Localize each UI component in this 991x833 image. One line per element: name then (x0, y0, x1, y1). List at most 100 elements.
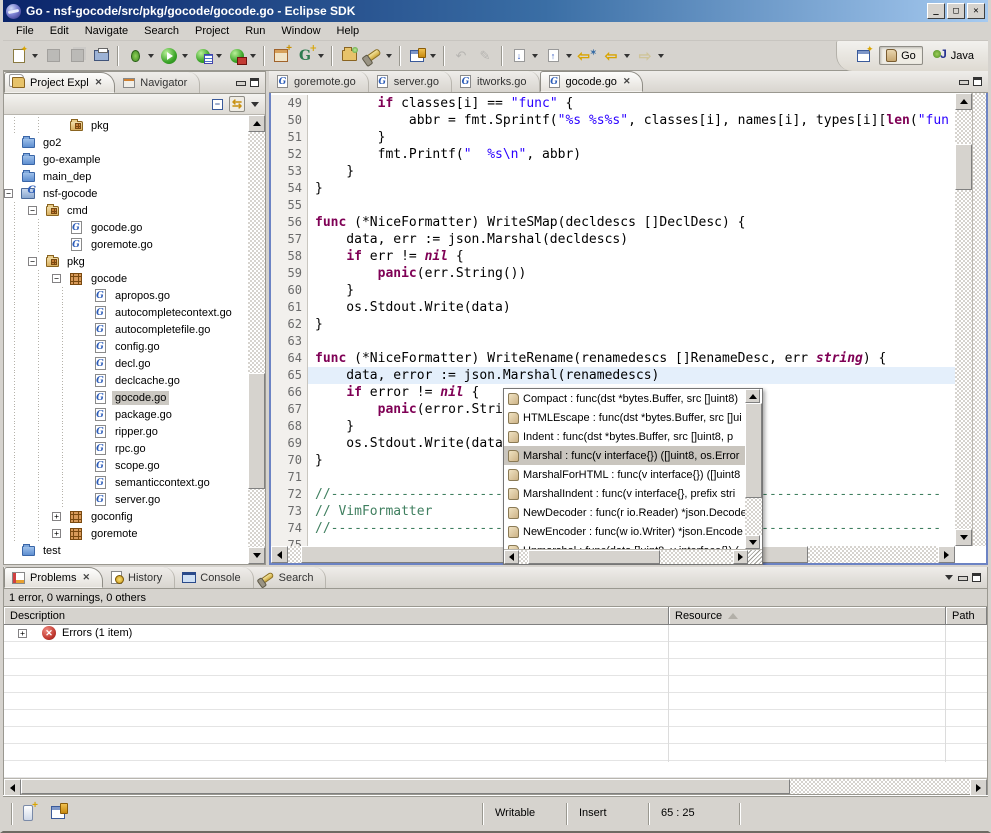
view-menu-icon[interactable] (251, 102, 259, 107)
new-wizard-dropdown[interactable] (32, 54, 38, 58)
popup-hscrollbar[interactable] (504, 549, 762, 564)
previous-annotation-button[interactable]: ↑ (541, 45, 565, 67)
completion-unmarshal[interactable]: Unmarshal : func(data []uint8, v interfa… (504, 541, 745, 549)
column-path[interactable]: Path (946, 607, 987, 625)
scroll-right-icon[interactable] (938, 546, 955, 563)
tree-item-gocode[interactable]: −gocode (4, 270, 248, 287)
tree-item-autocompletecontext-go[interactable]: Gautocompletecontext.go (4, 304, 248, 321)
menu-navigate[interactable]: Navigate (78, 23, 135, 39)
open-resource-button[interactable] (337, 45, 361, 67)
tree-scrollbar[interactable] (248, 115, 265, 564)
code-line-55[interactable]: 55 (271, 197, 955, 214)
tree-item-cmd[interactable]: −cmd (4, 202, 248, 219)
code-editor[interactable]: 49 if classes[i] == "func" {50 abbr = fm… (269, 93, 988, 565)
completion-indent[interactable]: Indent : func(dst *bytes.Buffer, src []u… (504, 427, 745, 446)
plus-expander-icon[interactable]: + (18, 629, 27, 638)
print-button[interactable] (89, 45, 113, 67)
menu-edit[interactable]: Edit (43, 23, 76, 39)
code-line-49[interactable]: 49 if classes[i] == "func" { (271, 95, 955, 112)
maximize-view-icon[interactable] (972, 573, 981, 582)
search-dropdown[interactable] (386, 54, 392, 58)
code-line-59[interactable]: 59 panic(err.String()) (271, 265, 955, 282)
scroll-up-icon[interactable] (745, 389, 760, 403)
menu-run[interactable]: Run (238, 23, 272, 39)
completion-newencoder[interactable]: NewEncoder : func(w io.Writer) *json.Enc… (504, 522, 745, 541)
completion-marshalindent[interactable]: MarshalIndent : func(v interface{}, pref… (504, 484, 745, 503)
perspective-java-button[interactable]: Java (927, 47, 980, 64)
scroll-right-icon[interactable] (970, 779, 987, 796)
new-go-element-button[interactable]: G (293, 45, 317, 67)
tree-item-scope-go[interactable]: Gscope.go (4, 457, 248, 474)
code-line-64[interactable]: 64func (*NiceFormatter) WriteRename(rena… (271, 350, 955, 367)
code-line-62[interactable]: 62} (271, 316, 955, 333)
tree-item-package-go[interactable]: Gpackage.go (4, 406, 248, 423)
view-tab-search[interactable]: Search (254, 567, 327, 588)
code-line-58[interactable]: 58 if err != nil { (271, 248, 955, 265)
new-wizard-button[interactable] (7, 45, 31, 67)
code-line-50[interactable]: 50 abbr = fmt.Sprintf("%s %s%s", classes… (271, 112, 955, 129)
save-all-button[interactable] (65, 45, 89, 67)
tree-item-rpc-go[interactable]: Grpc.go (4, 440, 248, 457)
editor-tab-itworks-go[interactable]: Gitworks.go (452, 71, 540, 92)
menu-help[interactable]: Help (330, 23, 367, 39)
tree-item-go2[interactable]: go2 (4, 134, 248, 151)
overview-ruler[interactable] (972, 93, 986, 546)
resize-grip[interactable] (748, 550, 762, 564)
tree-item-nsf-gocode[interactable]: −nsf-gocode (4, 185, 248, 202)
view-tab-navigator[interactable]: Navigator (115, 72, 200, 93)
maximize-window-button[interactable]: □ (947, 3, 965, 19)
debug-dropdown[interactable] (148, 54, 154, 58)
scroll-right-icon[interactable] (733, 550, 748, 564)
tree-item-goremote-go[interactable]: Ggoremote.go (4, 236, 248, 253)
menu-project[interactable]: Project (188, 23, 236, 39)
code-line-53[interactable]: 53 } (271, 163, 955, 180)
open-console-button[interactable] (405, 45, 429, 67)
back-dropdown[interactable] (624, 54, 630, 58)
tree-item-gocode-go[interactable]: Ggocode.go (4, 389, 248, 406)
completion-compact[interactable]: Compact : func(dst *bytes.Buffer, src []… (504, 389, 745, 408)
link-with-editor-icon[interactable]: ⇆ (229, 96, 245, 112)
tree-item-pkg[interactable]: pkg (4, 117, 248, 134)
external-tools-dropdown[interactable] (250, 54, 256, 58)
maximize-view-icon[interactable] (250, 78, 259, 87)
close-window-button[interactable]: ✕ (967, 3, 985, 19)
close-icon[interactable]: ✕ (623, 76, 631, 87)
completion-marshal[interactable]: Marshal : func(v interface{}) ([]uint8, … (504, 446, 745, 465)
scroll-left-icon[interactable] (4, 779, 21, 796)
code-line-61[interactable]: 61 os.Stdout.Write(data) (271, 299, 955, 316)
menu-window[interactable]: Window (274, 23, 327, 39)
view-tab-problems[interactable]: Problems✕ (4, 567, 103, 588)
tree-item-pkg[interactable]: −pkg (4, 253, 248, 270)
minus-expander-icon[interactable]: − (52, 274, 61, 283)
collapse-all-icon[interactable]: − (212, 99, 223, 110)
fast-view-icon[interactable] (23, 805, 33, 821)
scroll-down-icon[interactable] (248, 547, 265, 564)
undo-button[interactable]: ↶ (449, 45, 473, 67)
tree-item-goconfig[interactable]: +goconfig (4, 508, 248, 525)
minimize-editor-icon[interactable] (959, 77, 968, 86)
column-description[interactable]: Description (4, 607, 669, 625)
editor-vscrollbar[interactable] (955, 93, 972, 546)
scroll-up-icon[interactable] (248, 115, 265, 132)
run-history-dropdown[interactable] (216, 54, 222, 58)
last-edit-location-button[interactable]: ⇦ (575, 45, 599, 67)
plus-expander-icon[interactable]: + (52, 529, 61, 538)
popup-vscrollbar[interactable] (745, 389, 762, 549)
close-icon[interactable]: ✕ (82, 572, 90, 583)
tree-item-goremote[interactable]: +goremote (4, 525, 248, 542)
tree-item-apropos-go[interactable]: Gapropos.go (4, 287, 248, 304)
view-menu-icon[interactable] (945, 575, 953, 580)
menu-file[interactable]: File (9, 23, 41, 39)
close-icon[interactable]: ✕ (95, 77, 103, 88)
back-button[interactable]: ⇦ (599, 45, 623, 67)
forward-button[interactable]: ⇨ (633, 45, 657, 67)
forward-dropdown[interactable] (658, 54, 664, 58)
code-line-56[interactable]: 56func (*NiceFormatter) WriteSMap(declde… (271, 214, 955, 231)
editor-tab-server-go[interactable]: Gserver.go (369, 71, 452, 92)
view-tab-history[interactable]: History (103, 567, 175, 588)
code-line-51[interactable]: 51 } (271, 129, 955, 146)
editor-tab-gocode-go[interactable]: Ggocode.go✕ (540, 71, 644, 92)
minus-expander-icon[interactable]: − (28, 257, 37, 266)
pin-editor-button[interactable]: ✎ (473, 45, 497, 67)
next-annotation-dropdown[interactable] (532, 54, 538, 58)
